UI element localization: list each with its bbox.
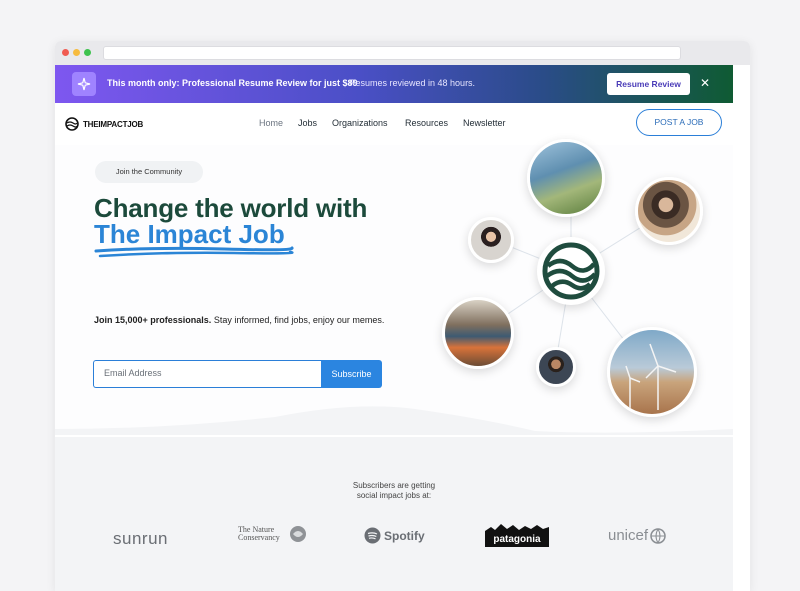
nav-link-home[interactable]: Home xyxy=(259,118,283,128)
address-bar[interactable] xyxy=(103,46,681,60)
close-icon[interactable]: ✕ xyxy=(700,76,710,90)
promo-subtext: Resumes reviewed in 48 hours. xyxy=(349,78,476,88)
browser-window: This month only: Professional Resume Rev… xyxy=(55,41,750,591)
logos-caption: Subscribers are getting social impact jo… xyxy=(294,481,494,501)
nature-conservancy-text: The Nature Conservancy xyxy=(238,525,280,542)
hero-wave-divider xyxy=(55,406,733,435)
subscribe-button[interactable]: Subscribe xyxy=(321,360,382,388)
photo-man-portrait xyxy=(536,347,576,387)
promo-banner: This month only: Professional Resume Rev… xyxy=(55,65,733,103)
partner-logos-section: Subscribers are getting social impact jo… xyxy=(55,437,733,591)
brand-spotify: Spotify xyxy=(364,527,425,544)
promo-text: This month only: Professional Resume Rev… xyxy=(107,78,358,88)
logo-mark-icon xyxy=(65,117,79,131)
brand-patagonia: patagonia xyxy=(485,523,549,547)
resume-review-button[interactable]: Resume Review xyxy=(607,73,690,95)
browser-chrome xyxy=(55,41,750,65)
brand-sunrun: sunrun xyxy=(113,529,168,548)
spotify-icon xyxy=(364,527,381,544)
patagonia-wordmark: patagonia xyxy=(493,534,541,545)
photo-modern-building xyxy=(527,139,605,217)
impact-photo-collage xyxy=(437,139,733,435)
impact-globe-icon xyxy=(542,242,600,300)
minimize-window-dot[interactable] xyxy=(73,49,80,56)
caption-line-2: social impact jobs at: xyxy=(356,491,432,500)
email-input[interactable]: Email Address xyxy=(93,360,321,388)
globe-leaf-icon xyxy=(290,526,306,542)
maximize-window-dot[interactable] xyxy=(84,49,91,56)
brand-nature-conservancy: The Nature Conservancy xyxy=(238,525,307,543)
spotify-wordmark: Spotify xyxy=(384,528,425,543)
post-a-job-button[interactable]: POST A JOB xyxy=(636,109,722,136)
lead-rest: Stay informed, find jobs, enjoy our meme… xyxy=(211,315,385,325)
hero-lead-text: Join 15,000+ professionals. Stay informe… xyxy=(94,315,384,325)
top-nav: THEIMPACTJOB Home Jobs Organizations Res… xyxy=(55,103,733,145)
brush-underline xyxy=(94,246,294,258)
caption-line-1: Subscribers are getting xyxy=(352,481,436,490)
photo-smiling-woman xyxy=(468,217,514,263)
photo-woman-laptop xyxy=(635,177,703,245)
nav-link-resources[interactable]: Resources xyxy=(405,118,448,128)
brand-unicef: unicef xyxy=(608,527,666,544)
nav-link-organizations[interactable]: Organizations xyxy=(332,118,388,128)
close-window-dot[interactable] xyxy=(62,49,69,56)
unicef-wordmark: unicef xyxy=(608,527,649,544)
nav-link-newsletter[interactable]: Newsletter xyxy=(463,118,506,128)
unicef-globe-icon xyxy=(650,527,666,544)
join-community-pill[interactable]: Join the Community xyxy=(95,161,203,183)
lead-bold: Join 15,000+ professionals. xyxy=(94,315,212,325)
brand-logo-circle xyxy=(537,237,605,305)
logo-text: THEIMPACTJOB xyxy=(83,119,144,129)
photo-group-workers xyxy=(442,297,514,369)
site-logo[interactable]: THEIMPACTJOB xyxy=(65,117,143,131)
nav-link-jobs[interactable]: Jobs xyxy=(298,118,317,128)
sparkle-icon xyxy=(72,72,96,96)
hero-section: Join the Community Change the world with… xyxy=(55,139,733,469)
